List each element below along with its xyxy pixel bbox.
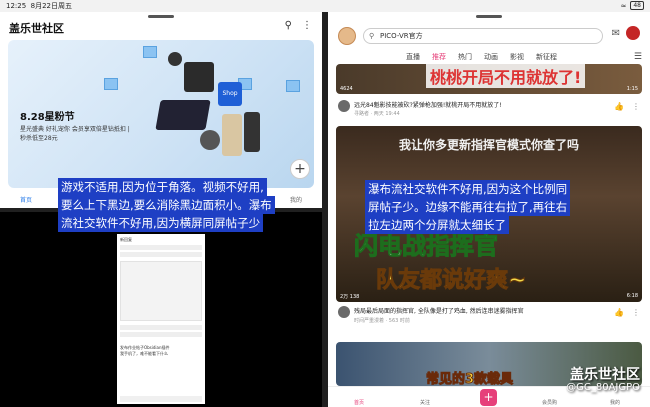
subtitle-line: 流社交软件不好用,因为横屏同屏帖子少 (58, 214, 264, 232)
watch-image (200, 130, 220, 150)
subtitle-line: 拉左边两个分屏就太细长了 (365, 216, 509, 234)
phone-image (244, 112, 260, 152)
upload-button[interactable]: + (480, 389, 497, 406)
gift-icon (286, 80, 300, 92)
left-bottom-pane: 新回复 发布作业帖子Obsidian插件 我手机了，难不能看下什么 (0, 212, 322, 407)
status-time: 12:25 8月22日周五 (6, 2, 73, 10)
phone-header: 新回复 (120, 237, 132, 242)
content-block (120, 261, 202, 321)
nav-follow[interactable]: 关注 (420, 399, 430, 406)
video-meta: 4624 1:15 (340, 86, 638, 92)
text-line (120, 252, 202, 257)
create-post-button[interactable]: + (290, 159, 310, 179)
nav-home[interactable]: 首页 (354, 399, 364, 406)
menu-icon[interactable]: ☰ (634, 52, 642, 62)
nav-me[interactable]: 我的 (610, 399, 620, 406)
status-icons: ≈ 48 (620, 1, 644, 10)
like-icon[interactable]: 👍 (614, 308, 624, 317)
tablet-image (155, 100, 211, 130)
text-line (120, 245, 202, 250)
tab-me[interactable]: 我的 (290, 195, 302, 204)
status-bar: 12:25 8月22日周五 ≈ 48 (0, 0, 650, 12)
post-note: 我手机了，难不能看下什么 (120, 351, 168, 356)
gift-icon (104, 78, 118, 90)
video-card[interactable]: 桃桃开局不用就放了! 4624 1:15 (336, 64, 642, 94)
pane-drag-handle[interactable] (148, 15, 174, 18)
subtitle-line: 游戏不适用,因为位于角落。视频不好用, (58, 178, 267, 196)
search-icon: ⚲ (369, 32, 375, 40)
video-title[interactable]: 残局最后局面的指挥官, 全队像是打了鸡血, 然后连串迷雾指挥官 (354, 306, 524, 315)
shop-icon: Shop (218, 82, 242, 106)
header-actions: ⚲ ⋮ (285, 20, 312, 31)
banner-title: 8.28星粉节 (20, 112, 75, 123)
video-meta: 2万 138 6:18 (340, 293, 638, 300)
monitor-image (184, 62, 214, 92)
more-icon[interactable]: ⋮ (302, 20, 312, 31)
video-title[interactable]: 远光84魁影技能被砍?紧弹枪加强!就桃开局不用就放了! (354, 100, 502, 109)
tab-live[interactable]: 直播 (406, 52, 420, 62)
banner-subtitle: 星光盛典 好礼宠你 会员享双倍星钻抵扣 | 秒杀低至28元 (20, 126, 130, 142)
watermark-handle: @GC_80AJGPO (566, 382, 640, 393)
video-uploader: 时间严重漫着 · 563 时前 (354, 318, 410, 324)
text-line (120, 325, 202, 330)
avatar[interactable] (338, 27, 356, 45)
text-line (120, 332, 202, 337)
subtitle-line: 屏帖子少。边缘不能再往右拉了,再往右 (365, 198, 571, 216)
battery-icon: 48 (630, 1, 644, 10)
video-caption: 桃桃开局不用就放了! (426, 64, 586, 88)
subtitle-line: 瀑布流社交软件不好用,因为这个比例同 (365, 180, 571, 198)
wifi-icon: ≈ (620, 1, 627, 10)
tab-home[interactable]: 首页 (20, 195, 32, 204)
phone-bottom-bar (120, 396, 202, 402)
phone-app-window[interactable]: 新回复 发布作业帖子Obsidian插件 我手机了，难不能看下什么 (117, 234, 205, 404)
phone-image (222, 114, 242, 156)
tab-new[interactable]: 新征程 (536, 52, 557, 62)
video-question-text: 我让你多更新指挥官模式你查了吗 (398, 138, 579, 152)
earbuds-image (168, 52, 182, 66)
pane-drag-handle[interactable] (476, 15, 502, 18)
uploader-avatar[interactable] (338, 306, 350, 318)
search-icon[interactable]: ⚲ (285, 20, 292, 31)
video-uploader: 寻路者 · 两天 19:44 (354, 111, 400, 117)
more-icon[interactable]: ⋮ (632, 308, 640, 317)
tab-anime[interactable]: 动画 (484, 52, 498, 62)
channel-tabs: 直播 推荐 热门 动画 影视 新征程 (406, 52, 557, 62)
subtitle-line: 要么上下黑边,要么消除黑边面积小。瀑布 (58, 196, 275, 214)
more-icon[interactable]: ⋮ (632, 102, 640, 111)
mail-icon[interactable]: ✉ (612, 28, 620, 39)
tab-hot[interactable]: 热门 (458, 52, 472, 62)
gift-icon (143, 46, 157, 58)
search-input[interactable]: ⚲ PICO-VR官方 (363, 28, 603, 44)
promo-banner[interactable]: 8.28星粉节 星光盛典 好礼宠你 会员享双倍星钻抵扣 | 秒杀低至28元 Sh… (8, 40, 314, 188)
tab-film[interactable]: 影视 (510, 52, 524, 62)
video-caption: 常见的3款载具 (425, 372, 514, 387)
like-icon[interactable]: 👍 (614, 102, 624, 111)
uploader-avatar[interactable] (338, 100, 350, 112)
nav-vip-shop[interactable]: 会员购 (542, 399, 557, 406)
video-caption: 队友都说好爽~ (375, 268, 527, 294)
app-title: 盖乐世社区 (9, 22, 64, 35)
tab-recommend[interactable]: 推荐 (432, 52, 446, 62)
watermark-title: 盖乐世社区 (570, 367, 640, 383)
account-icon[interactable] (626, 26, 640, 40)
